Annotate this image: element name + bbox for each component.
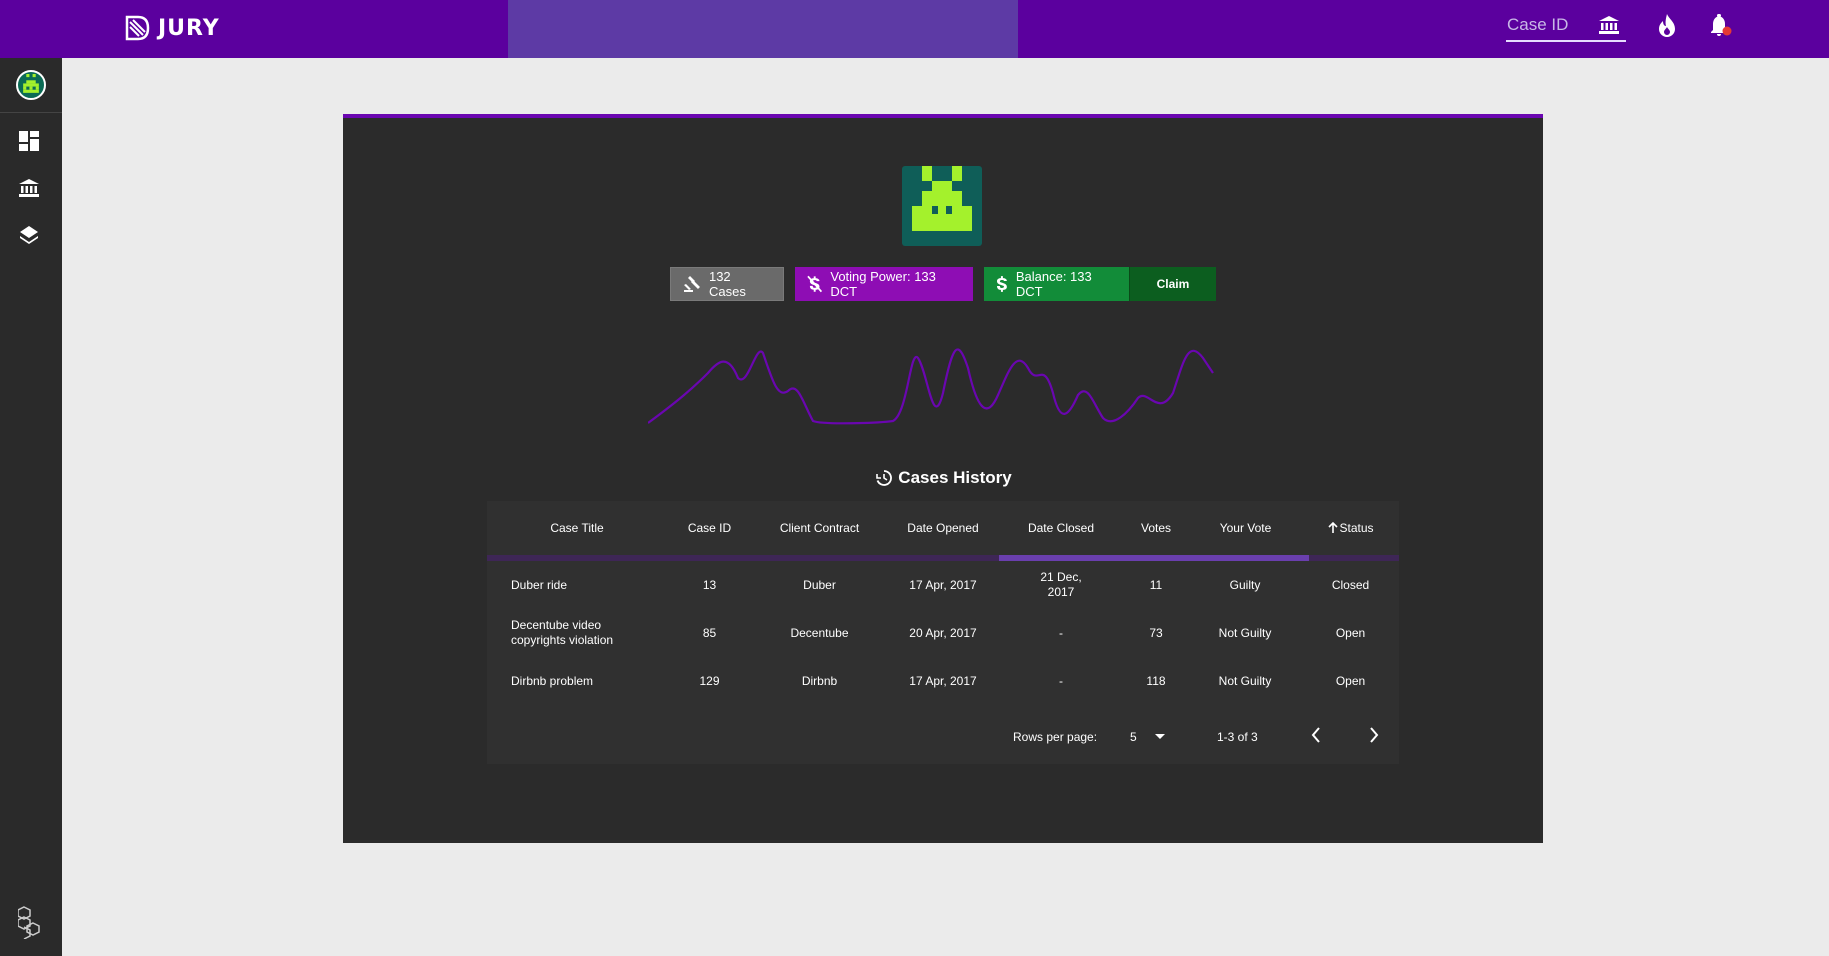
balance-chip: Balance: 133 DCT Claim — [984, 267, 1216, 301]
identicon-icon — [912, 166, 972, 231]
logo-text: JURY — [158, 15, 220, 41]
col-status-label: Status — [1339, 520, 1374, 535]
cell-votes: 11 — [1149, 577, 1163, 592]
claim-button[interactable]: Claim — [1128, 267, 1216, 301]
cell-votes: 118 — [1146, 673, 1166, 688]
cases-count: 132 Cases — [708, 269, 746, 299]
cell-case-title: Decentube video copyrights violation — [511, 618, 614, 647]
money-off-icon — [807, 275, 823, 293]
gavel-icon — [683, 276, 700, 292]
col-case-id[interactable]: Case ID — [667, 501, 752, 555]
sidebar — [0, 58, 62, 956]
cell-your-vote: Guilty — [1229, 577, 1261, 592]
blocks-icon[interactable] — [18, 905, 42, 939]
cell-status: Open — [1335, 625, 1366, 640]
sort-arrow-up-icon — [1328, 522, 1339, 533]
bell-icon[interactable] — [1708, 13, 1734, 39]
active-tab-highlight — [508, 0, 1018, 58]
cell-status: Open — [1335, 673, 1366, 688]
notification-dot — [1722, 26, 1732, 36]
col-votes[interactable]: Votes — [1123, 501, 1189, 555]
rows-per-page-select[interactable]: 5 — [1130, 730, 1137, 744]
cell-case-title: Duber ride — [511, 577, 568, 592]
table-pagination: Rows per page: 5 1-3 of 3 — [487, 711, 1399, 763]
top-app-bar: JURY — [0, 0, 1829, 58]
col-your-vote[interactable]: Your Vote — [1189, 501, 1302, 555]
history-title-text: Cases History — [898, 468, 1012, 487]
chevron-left-icon[interactable] — [1309, 726, 1323, 744]
avatar-identicon-icon — [23, 74, 39, 93]
col-date-closed[interactable]: Date Closed — [999, 501, 1123, 555]
cases-history-title: Cases History — [343, 468, 1543, 488]
voting-power-chip: Voting Power: 133 DCT — [795, 267, 973, 301]
chevron-right-icon[interactable] — [1367, 726, 1381, 744]
voting-power-value: Voting Power: 133 DCT — [830, 269, 936, 299]
avatar[interactable] — [16, 70, 46, 100]
cell-your-vote: Not Guilty — [1218, 673, 1272, 688]
cell-your-vote: Not Guilty — [1218, 625, 1272, 640]
cell-client-contract: Dirbnb — [801, 673, 838, 688]
cell-date-closed: 21 Dec, 2017 — [1040, 570, 1082, 599]
cases-chip: 132 Cases — [670, 267, 784, 301]
cell-votes: 73 — [1149, 625, 1163, 640]
dashboard-icon[interactable] — [18, 130, 40, 152]
balance-value: Balance: 133 DCT — [1015, 269, 1092, 299]
table-row[interactable]: Dirbnb problem 129 Dirbnb 17 Apr, 2017 -… — [487, 657, 1399, 705]
case-id-search[interactable] — [1506, 10, 1626, 42]
cell-client-contract: Decentube — [790, 625, 849, 640]
pagination-range: 1-3 of 3 — [1217, 730, 1258, 744]
cell-case-title: Dirbnb problem — [511, 673, 594, 688]
table-row[interactable]: Decentube video copyrights violation 85 … — [487, 609, 1399, 657]
cell-date-opened: 20 Apr, 2017 — [909, 625, 977, 640]
fire-icon[interactable] — [1656, 13, 1678, 39]
cell-date-opened: 17 Apr, 2017 — [909, 673, 977, 688]
cases-history-table: Case Title Case ID Client Contract Date … — [487, 501, 1399, 764]
col-status[interactable]: Status — [1302, 501, 1399, 555]
dollar-icon — [996, 276, 1007, 292]
col-client-contract[interactable]: Client Contract — [752, 501, 887, 555]
cell-date-closed: - — [1059, 673, 1063, 688]
cell-client-contract: Duber — [803, 577, 836, 592]
profile-card: 132 Cases Voting Power: 133 DCT Balance:… — [343, 114, 1543, 843]
history-icon — [876, 470, 893, 486]
cell-case-id: 13 — [702, 577, 717, 592]
layers-icon[interactable] — [18, 224, 40, 246]
rows-per-page-label: Rows per page: — [1013, 730, 1098, 744]
dropdown-arrow-icon[interactable] — [1154, 733, 1166, 741]
cell-date-opened: 17 Apr, 2017 — [909, 577, 977, 592]
cell-case-id: 129 — [699, 673, 720, 688]
cell-case-id: 85 — [702, 625, 717, 640]
activity-sparkline — [648, 348, 1214, 425]
logo-mark-icon — [125, 15, 150, 41]
col-date-opened[interactable]: Date Opened — [887, 501, 999, 555]
table-header: Case Title Case ID Client Contract Date … — [487, 501, 1399, 555]
profile-avatar — [902, 166, 982, 246]
bank-icon[interactable] — [1598, 15, 1620, 35]
cell-date-closed: - — [1059, 625, 1063, 640]
bank-icon[interactable] — [18, 177, 40, 199]
case-id-input[interactable] — [1506, 15, 1587, 35]
sidebar-avatar[interactable] — [0, 58, 62, 113]
logo[interactable]: JURY — [124, 12, 220, 44]
table-row[interactable]: Duber ride 13 Duber 17 Apr, 2017 21 Dec,… — [487, 561, 1399, 609]
col-case-title[interactable]: Case Title — [487, 501, 667, 555]
cell-status: Closed — [1331, 577, 1370, 592]
